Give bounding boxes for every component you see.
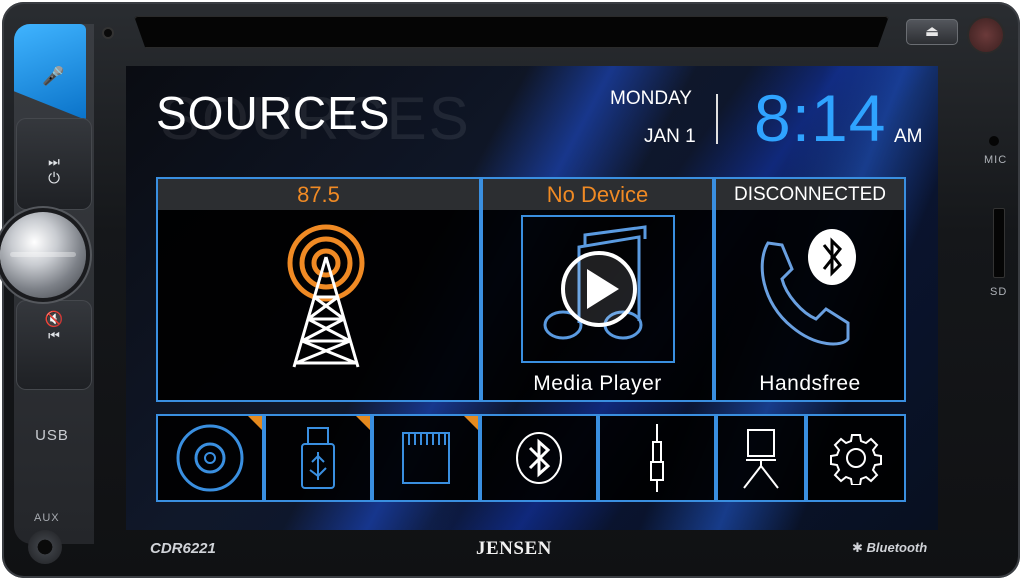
sd-label: SD [990,286,1008,298]
brand-logo: JENSEN [476,538,552,559]
active-indicator [356,416,370,430]
handsfree-tile[interactable]: DISCONNECTED Handsfree [714,177,906,402]
next-track-icon: ⏭ [48,154,60,169]
radio-tower-icon [287,224,365,368]
page-title: SOURCES [156,87,391,139]
power-icon: ⏻ [48,170,60,187]
clock-time: 8:14 [754,81,887,155]
mic-hole [989,136,999,146]
sd-card-slot[interactable] [993,208,1005,278]
disc-source-button[interactable] [156,414,264,502]
clock-ampm: AM [894,126,923,147]
radio-tile[interactable]: 87.5 [156,177,481,402]
volume-knob[interactable] [0,212,86,298]
settings-gear-icon [830,434,882,485]
bluetooth-source-button[interactable] [480,414,598,502]
aux-jack-icon [650,424,664,492]
settings-button[interactable] [806,414,906,502]
model-label: CDR6221 [150,540,216,557]
radio-frequency: 87.5 [158,179,479,210]
next-power-button[interactable]: ⏭ ⏻ [16,118,92,210]
handsfree-label: Handsfree [759,372,861,395]
disc-slot [134,16,889,48]
touch-screen: SOURCES SOURCES MONDAY JAN 1 8:14 AM 87.… [126,66,938,530]
camera-icon [743,429,779,489]
bluetooth-logo-icon: ✱ [852,540,863,555]
aux-label: AUX [34,512,60,524]
bluetooth-badge: ✱ Bluetooth [852,540,928,555]
camera-source-button[interactable] [716,414,806,502]
sd-source-button[interactable] [372,414,480,502]
eject-icon: ⏏ [924,23,940,40]
usb-port[interactable]: USB [16,396,88,476]
usb-icon [301,427,335,489]
usb-source-button[interactable] [264,414,372,502]
media-device-status: No Device [483,179,712,210]
media-player-label: Media Player [533,372,662,395]
aux-source-button[interactable] [598,414,716,502]
phone-bluetooth-icon [760,229,856,346]
media-player-tile[interactable]: No Device Media Player [481,177,714,402]
clock-divider [716,94,718,144]
bluetooth-status: DISCONNECTED [716,179,904,210]
indicator-led [104,29,112,37]
prev-track-icon: ⏮ [48,328,60,343]
active-indicator [464,416,478,430]
bluetooth-icon [516,432,562,484]
disc-icon [176,424,244,492]
reset-button[interactable] [969,18,1003,52]
active-indicator [248,416,262,430]
day-of-week: MONDAY [610,88,692,109]
eject-button[interactable]: ⏏ [906,19,958,45]
mute-icon: 🔇 [44,311,64,328]
mic-label: MIC [984,154,1008,166]
music-play-icon [543,225,647,340]
sd-card-icon [402,432,450,484]
date-text: JAN 1 [644,126,696,147]
mute-prev-button[interactable]: 🔇 ⏮ [16,300,92,390]
aux-jack[interactable] [28,530,62,564]
media-icon-frame [521,215,675,363]
microphone-icon: 🎤 [42,66,65,86]
